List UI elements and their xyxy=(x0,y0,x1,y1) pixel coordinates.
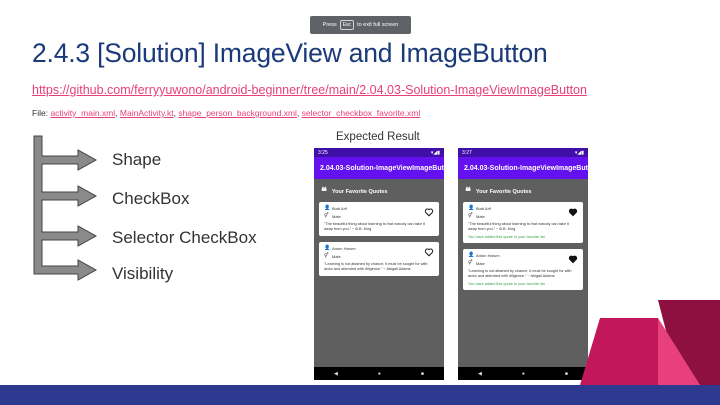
person-icon: 👤 xyxy=(324,245,331,251)
person-icon: 👤 xyxy=(468,252,475,258)
esc-key-label: Esc xyxy=(339,20,355,30)
app-bar-title: 2.04.03-Solution-ImageViewImageBut... xyxy=(458,157,588,179)
signal-battery-icon: ▾◢▮ xyxy=(574,149,584,156)
quote-icon: ❝ xyxy=(321,185,327,198)
quote-text: "The beautiful thing about learning is t… xyxy=(468,222,569,231)
person-gender: Male xyxy=(332,214,341,219)
slide-title: 2.4.3 [Solution] ImageView and ImageButt… xyxy=(32,38,548,68)
quote-text: "Learning is not attained by chance, it … xyxy=(324,262,428,271)
app-bar-title: 2.04.03-Solution-ImageViewImageBut... xyxy=(314,157,444,179)
decorative-shapes xyxy=(580,300,720,385)
favorite-checkbox-heart-filled-icon[interactable] xyxy=(568,254,578,264)
home-icon[interactable]: ● xyxy=(522,371,525,377)
fullscreen-hint-suffix: to exit full screen xyxy=(357,22,399,28)
file-link-activity-main[interactable]: activity_main.xml xyxy=(50,108,115,118)
person-name: Anton Harum xyxy=(476,253,500,258)
favorite-checkbox-heart-icon[interactable] xyxy=(424,207,434,217)
section-header: ❝ Your Favorite Quotes xyxy=(314,179,444,202)
status-bar: 3:27 ▾◢▮ xyxy=(458,148,588,157)
fullscreen-hint: Press Esc to exit full screen xyxy=(310,16,411,34)
item-checkbox: CheckBox xyxy=(112,189,190,208)
quote-card: 👤 Anton Harum ⚥ Male "Learning is not atta… xyxy=(463,249,583,290)
quote-text: "The beautiful thing about learning is t… xyxy=(324,222,425,231)
favorite-checkbox-heart-icon[interactable] xyxy=(424,247,434,257)
file-link-main-activity[interactable]: MainActivity.kt xyxy=(120,108,174,118)
section-title: Your Favorite Quotes xyxy=(475,189,532,195)
files-line: File: activity_main.xml, MainActivity.kt… xyxy=(32,108,421,118)
person-icon: 👤 xyxy=(324,205,331,211)
footer-band xyxy=(0,385,720,405)
favorite-checkbox-heart-filled-icon[interactable] xyxy=(568,207,578,217)
arrow-shape xyxy=(33,135,98,281)
person-name: Budi Arif xyxy=(332,206,347,211)
gender-icon: ⚥ xyxy=(324,253,329,259)
files-label: File: xyxy=(32,108,49,118)
item-visibility: Visibility xyxy=(112,264,174,283)
person-gender: Male xyxy=(476,261,485,266)
quote-card: 👤 Budi Arif ⚥ Male "The beautiful thing ab… xyxy=(319,202,439,236)
person-icon: 👤 xyxy=(468,205,475,211)
home-icon[interactable]: ● xyxy=(378,371,381,377)
gender-icon: ⚥ xyxy=(324,213,329,219)
signal-battery-icon: ▾◢▮ xyxy=(430,149,440,156)
status-bar: 3:25 ▾◢▮ xyxy=(314,148,444,157)
status-time: 3:25 xyxy=(318,149,328,156)
favorite-added-message: You have added this quote to your favori… xyxy=(468,282,545,286)
phone-screenshot-before: 3:25 ▾◢▮ 2.04.03-Solution-ImageViewImage… xyxy=(314,148,444,380)
item-shape: Shape xyxy=(112,150,162,169)
file-link-selector-checkbox-favorite[interactable]: selector_checkbox_favorite.xml xyxy=(302,108,421,118)
android-nav-bar: ◀ ● ■ xyxy=(314,367,444,380)
item-selector-checkbox: Selector CheckBox xyxy=(112,228,257,247)
section-header: ❝ Your Favorite Quotes xyxy=(458,179,588,202)
quote-text: "Learning is not attained by chance, it … xyxy=(468,269,572,278)
repo-link[interactable]: https://github.com/ferryyuwono/android-b… xyxy=(32,83,587,97)
person-gender: Male xyxy=(332,254,341,259)
person-gender: Male xyxy=(476,214,485,219)
recents-icon[interactable]: ■ xyxy=(421,371,424,377)
section-title: Your Favorite Quotes xyxy=(331,189,388,195)
person-name: Anton Harum xyxy=(332,246,356,251)
fullscreen-hint-prefix: Press xyxy=(322,22,337,28)
quote-icon: ❝ xyxy=(465,185,471,198)
quote-card: 👤 Budi Arif ⚥ Male "The beautiful thing ab… xyxy=(463,202,583,243)
favorite-added-message: You have added this quote to your favori… xyxy=(468,235,545,239)
status-time: 3:27 xyxy=(462,149,472,156)
gender-icon: ⚥ xyxy=(468,213,473,219)
expected-result-label: Expected Result xyxy=(336,131,420,143)
back-icon[interactable]: ◀ xyxy=(478,371,482,377)
file-link-shape-person-background[interactable]: shape_person_background.xml xyxy=(178,108,297,118)
quote-card: 👤 Anton Harum ⚥ Male "Learning is not atta… xyxy=(319,242,439,276)
back-icon[interactable]: ◀ xyxy=(334,371,338,377)
branch-arrows-diagram xyxy=(33,135,98,281)
person-name: Budi Arif xyxy=(476,206,491,211)
deco-shape-red xyxy=(580,318,658,385)
gender-icon: ⚥ xyxy=(468,260,473,266)
